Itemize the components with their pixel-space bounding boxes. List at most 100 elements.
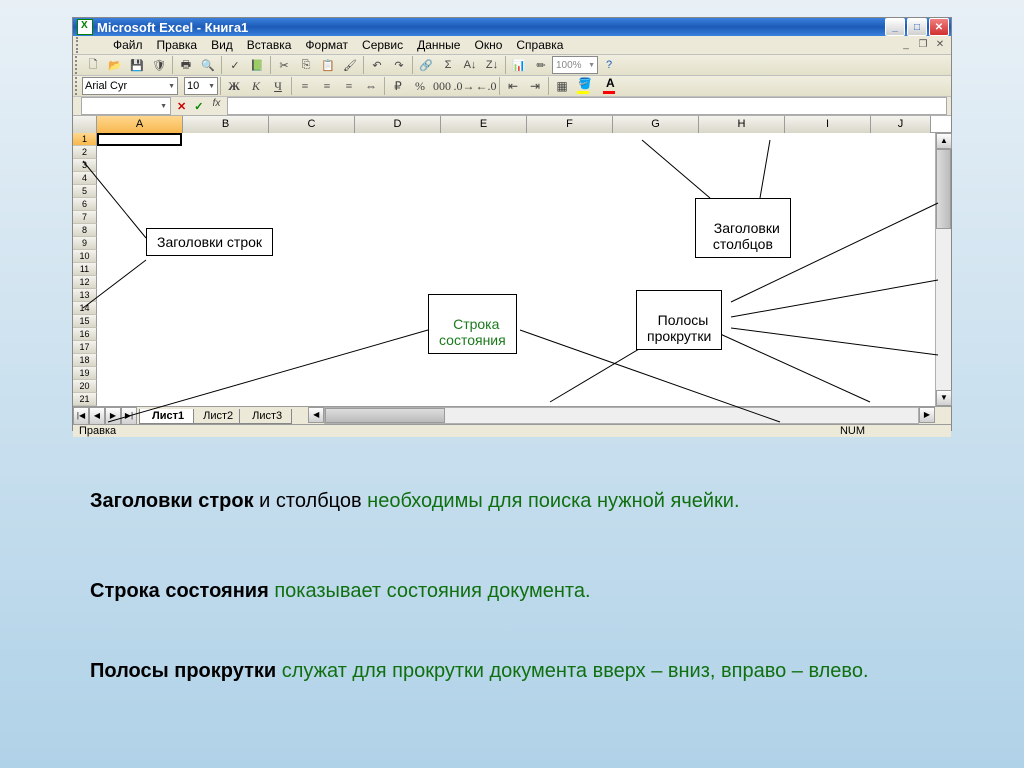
row-header[interactable]: 16 [73, 328, 97, 341]
doc-minimize-button[interactable]: _ [899, 39, 913, 51]
row-header[interactable]: 11 [73, 263, 97, 276]
column-header[interactable]: G [613, 116, 699, 133]
cells-grid[interactable] [97, 133, 935, 406]
copy-icon[interactable]: ⎘ [296, 55, 316, 75]
hyperlink-icon[interactable]: 🔗 [416, 55, 436, 75]
help-icon[interactable]: ? [599, 55, 619, 75]
doc-restore-button[interactable]: ❐ [916, 39, 930, 51]
doc-close-button[interactable]: ✕ [933, 39, 947, 51]
column-header[interactable]: F [527, 116, 613, 133]
save-icon[interactable]: 💾 [127, 55, 147, 75]
row-header[interactable]: 20 [73, 380, 97, 393]
font-name-combo[interactable]: Arial Cyr ▼ [82, 77, 178, 95]
decrease-indent-icon[interactable]: ⇤ [503, 76, 523, 96]
scroll-down-icon[interactable]: ▼ [936, 390, 952, 406]
currency-icon[interactable]: ₽ [388, 76, 408, 96]
percent-icon[interactable]: % [410, 76, 430, 96]
column-header[interactable]: B [183, 116, 269, 133]
sheet-tab-3[interactable]: Лист3 [239, 409, 292, 424]
select-all-corner[interactable] [73, 116, 97, 133]
row-header[interactable]: 9 [73, 237, 97, 250]
menu-view[interactable]: Вид [204, 36, 240, 54]
sheet-tab-1[interactable]: Лист1 [139, 409, 194, 424]
menu-window[interactable]: Окно [467, 36, 509, 54]
sheet-tab-2[interactable]: Лист2 [190, 409, 243, 424]
borders-icon[interactable]: ▦ [552, 76, 572, 96]
row-header[interactable]: 13 [73, 289, 97, 302]
formula-input[interactable] [227, 97, 947, 115]
row-header[interactable]: 1 [73, 133, 97, 146]
row-header[interactable]: 3 [73, 159, 97, 172]
cancel-icon[interactable]: ✕ [173, 100, 190, 113]
align-center-icon[interactable]: ≡ [317, 76, 337, 96]
merge-center-icon[interactable]: ⇔ [361, 76, 381, 96]
scroll-up-icon[interactable]: ▲ [936, 133, 952, 149]
column-header[interactable]: H [699, 116, 785, 133]
scroll-left-icon[interactable]: ◀ [308, 407, 324, 423]
menu-edit[interactable]: Правка [150, 36, 205, 54]
increase-decimal-icon[interactable]: .0→ [454, 76, 474, 96]
align-left-icon[interactable]: ≡ [295, 76, 315, 96]
column-header[interactable]: J [871, 116, 931, 133]
underline-button[interactable]: Ч [268, 76, 288, 96]
row-header[interactable]: 5 [73, 185, 97, 198]
chart-wizard-icon[interactable]: 📊 [509, 55, 529, 75]
redo-icon[interactable]: ↷ [389, 55, 409, 75]
name-box[interactable]: ▼ [81, 97, 171, 115]
autosum-icon[interactable]: Σ [438, 55, 458, 75]
hscroll-track[interactable] [324, 407, 919, 424]
align-right-icon[interactable]: ≡ [339, 76, 359, 96]
menu-format[interactable]: Формат [298, 36, 355, 54]
font-size-combo[interactable]: 10 ▼ [184, 77, 218, 95]
font-color-button[interactable]: A [600, 76, 624, 96]
row-header[interactable]: 8 [73, 224, 97, 237]
decrease-decimal-icon[interactable]: ←.0 [476, 76, 496, 96]
undo-icon[interactable]: ↶ [367, 55, 387, 75]
permission-icon[interactable]: 🛡 [149, 55, 169, 75]
print-icon[interactable]: 🖶 [176, 55, 196, 75]
sort-desc-icon[interactable]: Z↓ [482, 55, 502, 75]
toolbar-handle[interactable] [75, 77, 80, 95]
menu-data[interactable]: Данные [410, 36, 467, 54]
toolbar-handle[interactable] [76, 37, 81, 53]
row-header[interactable]: 17 [73, 341, 97, 354]
maximize-button[interactable]: □ [907, 18, 927, 36]
row-header[interactable]: 12 [73, 276, 97, 289]
format-painter-icon[interactable]: 🖌 [340, 55, 360, 75]
research-icon[interactable]: 📗 [247, 55, 267, 75]
comma-style-icon[interactable]: 000 [432, 76, 452, 96]
new-icon[interactable]: 🗋 [83, 55, 103, 75]
row-header[interactable]: 14 [73, 302, 97, 315]
row-header[interactable]: 2 [73, 146, 97, 159]
tab-nav-next-icon[interactable]: ▶ [105, 407, 121, 425]
column-header[interactable]: A [97, 116, 183, 133]
column-header[interactable]: I [785, 116, 871, 133]
column-header[interactable]: C [269, 116, 355, 133]
row-header[interactable]: 15 [73, 315, 97, 328]
enter-icon[interactable]: ✓ [190, 100, 207, 113]
menu-insert[interactable]: Вставка [240, 36, 299, 54]
row-header[interactable]: 4 [73, 172, 97, 185]
bold-button[interactable]: Ж [224, 76, 244, 96]
paste-icon[interactable]: 📋 [318, 55, 338, 75]
scroll-right-icon[interactable]: ▶ [919, 407, 935, 423]
open-icon[interactable]: 📂 [105, 55, 125, 75]
row-header[interactable]: 6 [73, 198, 97, 211]
vscroll-thumb[interactable] [936, 149, 951, 229]
increase-indent-icon[interactable]: ⇥ [525, 76, 545, 96]
toolbar-handle[interactable] [75, 56, 80, 74]
menu-tools[interactable]: Сервис [355, 36, 410, 54]
minimize-button[interactable]: _ [885, 18, 905, 36]
column-header[interactable]: D [355, 116, 441, 133]
sort-asc-icon[interactable]: A↓ [460, 55, 480, 75]
tab-nav-last-icon[interactable]: ▶| [121, 407, 137, 425]
fx-icon[interactable]: fx [207, 98, 225, 114]
cut-icon[interactable]: ✂ [274, 55, 294, 75]
print-preview-icon[interactable]: 🔍 [198, 55, 218, 75]
row-header[interactable]: 19 [73, 367, 97, 380]
row-header[interactable]: 21 [73, 393, 97, 406]
column-header[interactable]: E [441, 116, 527, 133]
row-header[interactable]: 7 [73, 211, 97, 224]
menu-file[interactable]: Файл [106, 36, 150, 54]
fill-color-button[interactable]: 🪣 [574, 76, 598, 96]
